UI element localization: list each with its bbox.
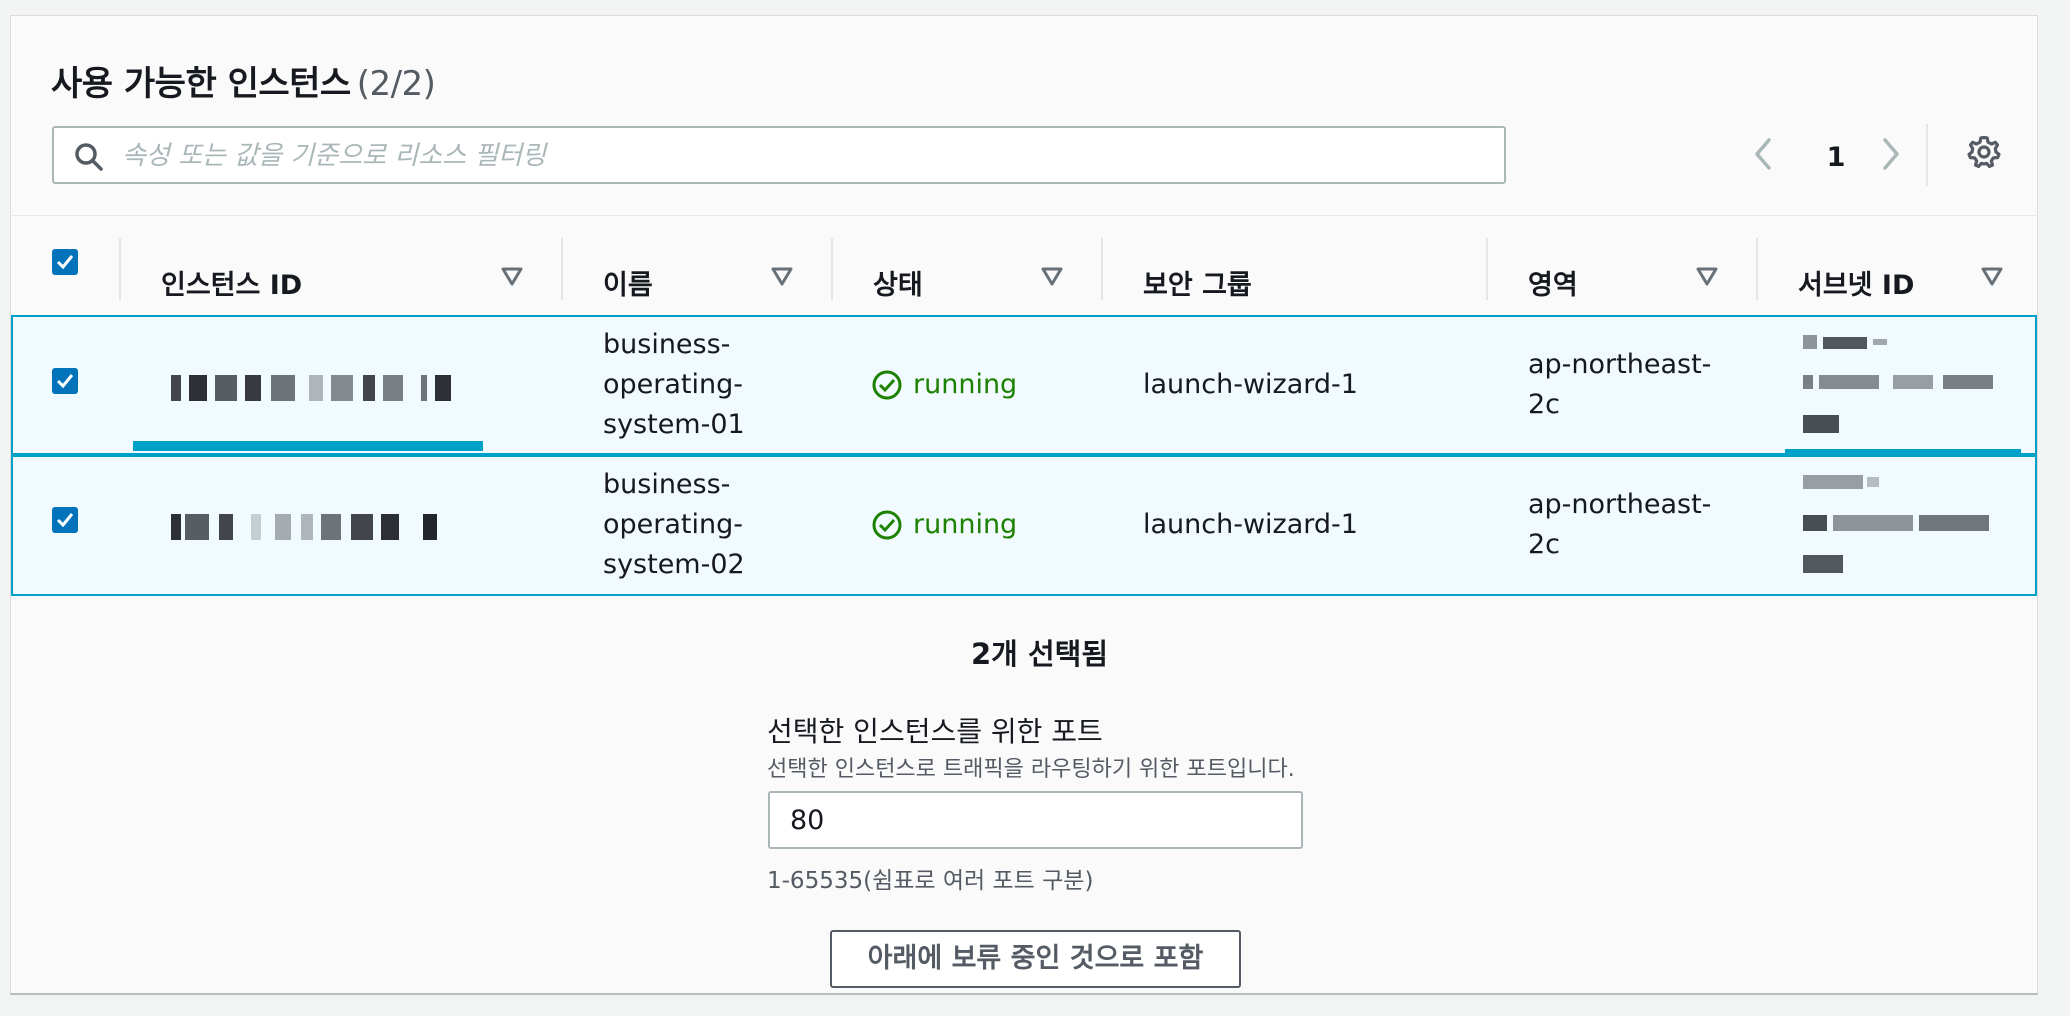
success-check-icon <box>872 370 902 400</box>
panel-title: 사용 가능한 인스턴스 (2/2) <box>51 56 436 105</box>
port-description: 선택한 인스턴스로 트래픽을 라우팅하기 위한 포트입니다. <box>767 757 1295 782</box>
tab-indicator <box>133 441 483 451</box>
row-zone-line: ap-northeast- <box>1528 489 1712 520</box>
row-zone-line: 2c <box>1528 529 1561 560</box>
chevron-left-icon[interactable] <box>1751 136 1775 172</box>
column-indicator <box>1785 449 2021 453</box>
column-divider <box>831 238 833 300</box>
row-zone: ap-northeast- 2c <box>1528 485 1711 565</box>
row-security-group[interactable]: launch-wizard-1 <box>1143 505 1358 545</box>
sort-caret-icon[interactable] <box>1981 266 2003 288</box>
row-name-line: operating- <box>603 369 743 400</box>
column-header-subnet-id[interactable]: 서브넷 ID <box>1798 263 1914 302</box>
row-state: running <box>913 369 1018 400</box>
port-input[interactable] <box>768 791 1303 849</box>
table-row[interactable]: business- operating- system-02 running l… <box>11 455 2037 596</box>
column-header-instance-id[interactable]: 인스턴스 ID <box>161 263 302 302</box>
sort-caret-icon[interactable] <box>771 266 793 288</box>
instance-id-redacted[interactable] <box>171 514 461 540</box>
panel-title-count: (2/2) <box>356 64 436 104</box>
row-name-line: system-01 <box>603 409 745 440</box>
sort-caret-icon[interactable] <box>1696 266 1718 288</box>
row-name: business- operating- system-01 <box>603 325 745 445</box>
row-name-line: business- <box>603 329 731 360</box>
subnet-id-redacted[interactable] <box>1803 331 1998 443</box>
search-input[interactable] <box>120 136 1484 176</box>
success-check-icon <box>872 510 902 540</box>
sort-caret-icon[interactable] <box>1041 266 1063 288</box>
row-name: business- operating- system-02 <box>603 465 745 585</box>
column-divider <box>561 238 563 300</box>
row-checkbox[interactable] <box>52 507 78 533</box>
port-hint: 1-65535(쉼표로 여러 포트 구분) <box>767 868 1094 894</box>
row-name-line: system-02 <box>603 549 745 580</box>
current-page-number[interactable]: 1 <box>1821 142 1851 173</box>
column-divider <box>1486 238 1488 300</box>
column-divider <box>119 238 121 300</box>
column-header-zone[interactable]: 영역 <box>1528 263 1578 302</box>
subnet-id-redacted[interactable] <box>1803 471 1998 583</box>
row-name-line: business- <box>603 469 731 500</box>
instance-id-redacted[interactable] <box>171 375 461 401</box>
port-label: 선택한 인스턴스를 위한 포트 <box>767 715 1103 748</box>
row-name-line: operating- <box>603 509 743 540</box>
row-security-group[interactable]: launch-wizard-1 <box>1143 365 1358 405</box>
column-divider <box>1101 238 1103 300</box>
pager-divider <box>1926 124 1928 186</box>
select-all-checkbox[interactable] <box>52 249 78 275</box>
chevron-right-icon[interactable] <box>1879 136 1903 172</box>
column-divider <box>1756 238 1758 300</box>
selection-summary: 2개 선택됨 <box>971 637 1108 671</box>
column-header-name[interactable]: 이름 <box>603 263 653 302</box>
column-header-state[interactable]: 상태 <box>873 263 923 302</box>
column-header-security-group: 보안 그룹 <box>1143 270 1252 301</box>
search-bar[interactable] <box>52 126 1506 184</box>
gear-icon[interactable] <box>1966 134 2002 170</box>
row-zone-line: ap-northeast- <box>1528 349 1712 380</box>
sort-caret-icon[interactable] <box>501 266 523 288</box>
toolbar-divider <box>11 215 2037 216</box>
panel-title-text: 사용 가능한 인스턴스 <box>51 64 351 104</box>
row-checkbox[interactable] <box>52 368 78 394</box>
search-icon <box>75 143 103 171</box>
include-as-pending-button[interactable]: 아래에 보류 중인 것으로 포함 <box>830 930 1241 988</box>
row-zone-line: 2c <box>1528 389 1561 420</box>
table-row[interactable]: business- operating- system-01 running l… <box>11 315 2037 455</box>
available-instances-panel: 사용 가능한 인스턴스(2/2) 1 인스턴스 ID 이름 상태 보안 그룹 영… <box>10 15 2038 995</box>
row-zone: ap-northeast- 2c <box>1528 345 1711 425</box>
row-state: running <box>913 509 1018 540</box>
